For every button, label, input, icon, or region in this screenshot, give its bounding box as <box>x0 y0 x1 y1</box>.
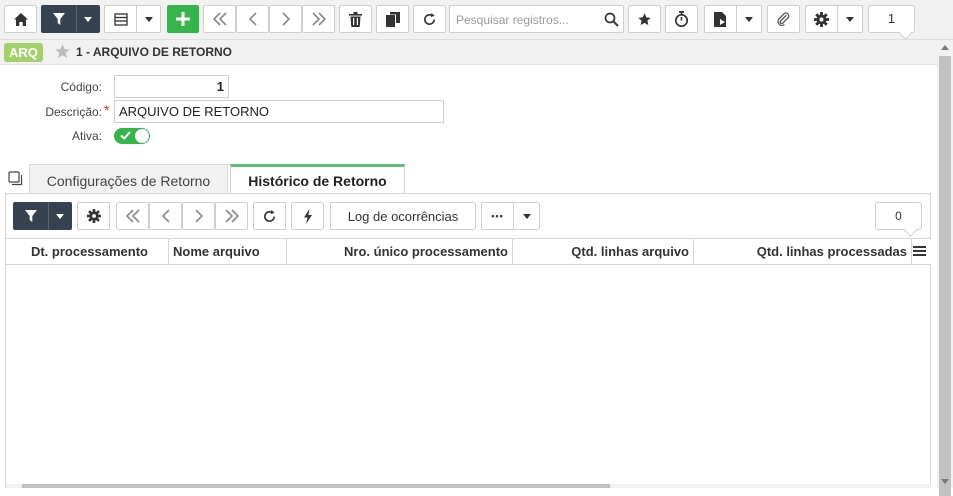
stopwatch-icon <box>674 11 689 27</box>
page-title: 1 - ARQUIVO DE RETORNO <box>76 45 233 59</box>
last-icon <box>224 209 239 223</box>
gear-icon <box>814 11 829 27</box>
last-record-button[interactable] <box>302 5 335 33</box>
chevron-down-icon <box>144 16 153 22</box>
prev-icon <box>161 209 170 223</box>
more-options-button[interactable]: ••• <box>481 202 514 230</box>
grid-next-button[interactable] <box>182 202 215 230</box>
search-icon[interactable] <box>604 12 619 27</box>
timer-button[interactable] <box>665 5 698 33</box>
trash-icon <box>349 11 362 27</box>
column-dt-processamento[interactable]: Dt. processamento <box>6 239 169 264</box>
view-mode-button[interactable] <box>104 5 137 33</box>
grid-filter-dropdown-button[interactable] <box>48 202 72 230</box>
scroll-thumb[interactable] <box>939 56 951 496</box>
toggle-knob <box>135 129 149 143</box>
title-bar: ARQ 1 - ARQUIVO DE RETORNO <box>0 40 937 65</box>
delete-button[interactable] <box>339 5 372 33</box>
search-box <box>449 5 624 33</box>
prev-record-button[interactable] <box>236 5 269 33</box>
column-nome-arquivo[interactable]: Nome arquivo <box>169 239 287 264</box>
codigo-field[interactable]: 1 <box>114 75 229 98</box>
copy-icon <box>385 11 400 27</box>
last-icon <box>311 12 326 26</box>
report-icon <box>714 11 726 27</box>
star-icon[interactable] <box>54 43 71 60</box>
column-qtd-linhas-arquivo[interactable]: Qtd. linhas arquivo <box>513 239 694 264</box>
add-icon <box>176 12 190 26</box>
grid-header: Dt. processamento Nome arquivo Nro. únic… <box>6 238 931 265</box>
favorite-button[interactable] <box>628 5 661 33</box>
next-icon <box>194 209 203 223</box>
first-record-button[interactable] <box>203 5 236 33</box>
module-badge: ARQ <box>4 43 43 62</box>
chevron-down-icon <box>846 16 854 22</box>
prev-icon <box>248 12 257 26</box>
reports-dropdown-button[interactable] <box>737 5 762 33</box>
view-mode-dropdown-button[interactable] <box>137 5 161 33</box>
scroll-up-icon[interactable] <box>941 45 949 50</box>
chevron-down-icon <box>84 16 92 22</box>
lightning-icon <box>303 208 312 224</box>
required-marker: * <box>104 102 110 118</box>
grid-settings-button[interactable] <box>77 202 110 230</box>
first-icon <box>212 12 227 26</box>
horizontal-scrollbar[interactable] <box>6 484 931 488</box>
add-button[interactable] <box>167 5 199 33</box>
record-count: 0 <box>875 202 922 230</box>
scroll-thumb[interactable] <box>22 484 610 488</box>
settings-button[interactable] <box>805 5 838 33</box>
settings-dropdown-button[interactable] <box>838 5 863 33</box>
filter-dropdown-button[interactable] <box>76 5 100 33</box>
more-options-dropdown-button[interactable] <box>514 202 540 230</box>
windows-icon[interactable] <box>8 171 23 186</box>
tab-historico-retorno[interactable]: Histórico de Retorno <box>230 164 405 195</box>
filter-button[interactable] <box>41 5 76 33</box>
page-number[interactable]: 1 <box>868 5 915 33</box>
filter-icon <box>24 210 37 222</box>
duplicate-button[interactable] <box>376 5 409 33</box>
column-nro-unico-processamento[interactable]: Nro. único processamento <box>287 239 513 264</box>
check-icon <box>120 131 131 140</box>
column-menu-icon[interactable] <box>913 245 926 257</box>
log-ocorrencias-button[interactable]: Log de ocorrências <box>330 202 476 230</box>
refresh-icon <box>424 12 435 25</box>
descricao-field[interactable]: ARQUIVO DE RETORNO <box>114 100 444 123</box>
refresh-icon <box>264 209 275 222</box>
gear-icon <box>86 209 101 223</box>
search-input[interactable] <box>454 10 599 30</box>
reports-button[interactable] <box>704 5 737 33</box>
grid-first-button[interactable] <box>116 202 149 230</box>
refresh-button[interactable] <box>413 5 446 33</box>
grid-filter-button[interactable] <box>13 202 48 230</box>
vertical-scrollbar[interactable] <box>937 40 953 496</box>
ativa-toggle[interactable] <box>114 128 150 144</box>
grid-prev-button[interactable] <box>149 202 182 230</box>
grid-action-button[interactable] <box>291 202 324 230</box>
tab-configuracoes-retorno[interactable]: Configurações de Retorno <box>29 164 228 194</box>
star-icon <box>638 12 651 25</box>
codigo-label: Código: <box>60 80 102 94</box>
attachments-button[interactable] <box>767 5 800 33</box>
scroll-down-icon[interactable] <box>941 479 949 484</box>
grid-view-icon <box>113 12 128 26</box>
grid-last-button[interactable] <box>215 202 248 230</box>
next-icon <box>281 12 290 26</box>
chevron-down-icon <box>522 213 531 219</box>
home-button[interactable] <box>4 5 37 33</box>
filter-icon <box>52 13 65 25</box>
chevron-down-icon <box>745 16 753 22</box>
next-record-button[interactable] <box>269 5 302 33</box>
descricao-label: Descrição: <box>45 105 102 119</box>
paperclip-icon <box>777 12 790 26</box>
home-icon <box>13 12 28 26</box>
ativa-label: Ativa: <box>71 129 102 143</box>
grid-refresh-button[interactable] <box>253 202 286 230</box>
chevron-down-icon <box>56 213 64 219</box>
column-qtd-linhas-processadas[interactable]: Qtd. linhas processadas <box>694 239 912 264</box>
main-toolbar: 1 <box>0 0 953 40</box>
first-icon <box>125 209 140 223</box>
